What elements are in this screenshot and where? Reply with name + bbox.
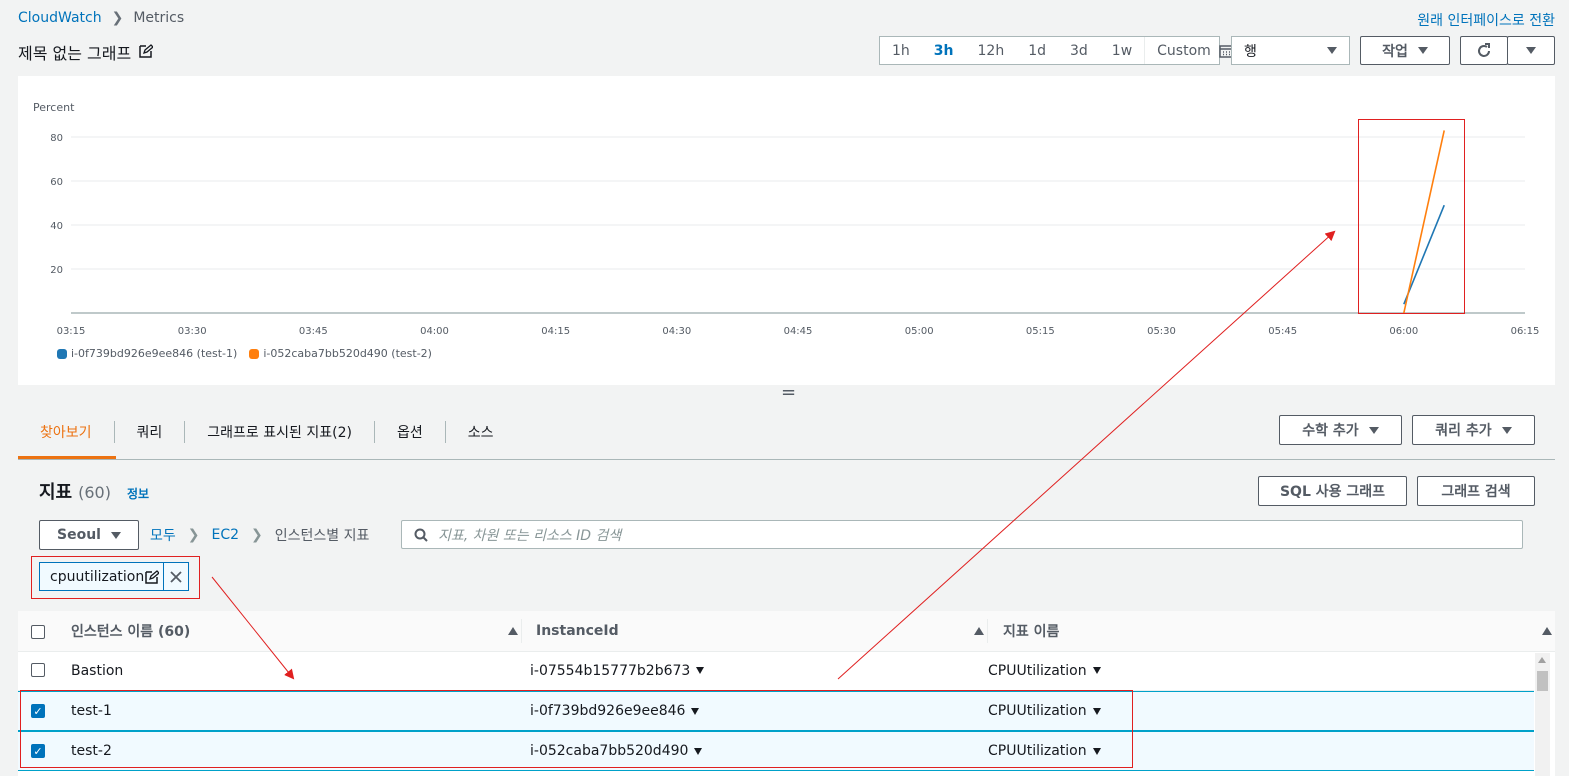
path-ec2-link[interactable]: EC2 xyxy=(212,527,240,543)
metric-name-value: CPUUtilization xyxy=(988,662,1087,679)
table-header: 인스턴스 이름 (60) InstanceId 지표 이름 xyxy=(18,611,1555,652)
tab-options[interactable]: 옵션 xyxy=(375,421,446,443)
chart-legend: i-0f739bd926e9ee846 (test-1) i-052caba7b… xyxy=(57,347,432,360)
column-header-instance-id[interactable]: InstanceId xyxy=(536,611,619,651)
x-tick-label: 04:00 xyxy=(420,326,449,337)
scrollbar-thumb[interactable] xyxy=(1537,671,1548,691)
caret-down-icon xyxy=(110,531,121,539)
legend-item-test-2[interactable]: i-052caba7bb520d490 (test-2) xyxy=(249,347,432,360)
path-all-link[interactable]: 모두 xyxy=(150,525,176,545)
line-chart: Percent 20 40 60 80 03:15 03:30 03:45 04:00 04:1… xyxy=(33,101,1540,337)
dropdown-triangle-icon[interactable] xyxy=(696,667,705,674)
x-tick-label: 03:45 xyxy=(299,326,328,337)
table-scrollbar[interactable] xyxy=(1535,653,1550,776)
metric-path: 모두 ❯ EC2 ❯ 인스턴스별 지표 xyxy=(150,525,369,545)
legend-item-test-1[interactable]: i-0f739bd926e9ee846 (test-1) xyxy=(57,347,237,360)
legend-label: i-0f739bd926e9ee846 (test-1) xyxy=(71,347,238,360)
caret-down-icon xyxy=(1501,426,1512,434)
metrics-count: (60) xyxy=(78,483,111,502)
resize-handle[interactable]: = xyxy=(781,384,796,402)
dropdown-triangle-icon[interactable] xyxy=(1092,667,1101,674)
metric-name-cell: CPUUtilization xyxy=(988,651,1101,690)
sql-graph-label: SQL 사용 그래프 xyxy=(1279,484,1386,500)
metrics-title: 지표 xyxy=(39,482,73,503)
row-checkbox[interactable] xyxy=(31,663,45,677)
tab-graphed-metrics[interactable]: 그래프로 표시된 지표(2) xyxy=(185,421,375,443)
add-query-label: 쿼리 추가 xyxy=(1435,423,1492,439)
annotation-box-rows xyxy=(20,690,1133,768)
add-math-label: 수학 추가 xyxy=(1302,423,1359,439)
column-header-instance-name[interactable]: 인스턴스 이름 (60) xyxy=(71,611,190,651)
tab-query[interactable]: 쿼리 xyxy=(115,421,186,443)
x-tick-label: 06:00 xyxy=(1389,326,1418,337)
x-tick-label: 04:45 xyxy=(784,326,813,337)
sort-icon[interactable] xyxy=(1542,611,1552,651)
x-tick-label: 05:45 xyxy=(1268,326,1297,337)
metric-search-input[interactable]: 지표, 차원 또는 리소스 ID 검색 xyxy=(401,520,1523,549)
x-tick-label: 06:15 xyxy=(1511,326,1540,337)
tabs-divider xyxy=(18,459,1555,460)
x-tick-label: 03:30 xyxy=(178,326,207,337)
search-placeholder: 지표, 차원 또는 리소스 ID 검색 xyxy=(438,527,622,544)
x-tick-label: 04:30 xyxy=(662,326,691,337)
add-query-button[interactable]: 쿼리 추가 xyxy=(1412,415,1535,445)
chevron-right-icon: ❯ xyxy=(251,527,263,543)
legend-label: i-052caba7bb520d490 (test-2) xyxy=(263,347,432,360)
annotation-box-chart xyxy=(1358,119,1465,314)
x-tick-label: 05:00 xyxy=(905,326,934,337)
x-tick-label: 05:30 xyxy=(1147,326,1176,337)
x-tick-label: 04:15 xyxy=(541,326,570,337)
y-tick-label: 40 xyxy=(50,221,63,232)
select-all-checkbox[interactable] xyxy=(31,625,45,639)
add-math-button[interactable]: 수학 추가 xyxy=(1279,415,1402,445)
y-tick-label: 80 xyxy=(50,133,63,144)
tab-bar: 찾아보기 쿼리 그래프로 표시된 지표(2) 옵션 소스 xyxy=(18,405,515,459)
column-header-metric-name[interactable]: 지표 이름 xyxy=(1003,611,1059,651)
y-axis-label: Percent xyxy=(33,101,75,114)
sql-graph-button[interactable]: SQL 사용 그래프 xyxy=(1258,476,1407,506)
annotation-box-filter xyxy=(31,556,200,599)
caret-down-icon xyxy=(1368,426,1379,434)
x-tick-label: 05:15 xyxy=(1026,326,1055,337)
y-tick-label: 60 xyxy=(50,177,63,188)
x-tick-label: 03:15 xyxy=(57,326,86,337)
path-current: 인스턴스별 지표 xyxy=(274,528,370,544)
table-row[interactable]: Bastion i-07554b15777b2b673 CPUUtilizati… xyxy=(18,651,1534,691)
metrics-header: 지표 (60) 정보 xyxy=(39,478,149,504)
graph-search-button[interactable]: 그래프 검색 xyxy=(1417,476,1535,506)
legend-swatch xyxy=(249,348,260,359)
region-select[interactable]: Seoul xyxy=(39,520,139,550)
sort-icon[interactable] xyxy=(508,611,518,651)
instance-id-cell: i-07554b15777b2b673 xyxy=(530,651,705,690)
region-label: Seoul xyxy=(57,527,101,543)
sort-icon[interactable] xyxy=(974,611,984,651)
column-divider xyxy=(987,619,988,643)
graph-search-label: 그래프 검색 xyxy=(1441,484,1511,500)
chevron-right-icon: ❯ xyxy=(187,527,200,543)
search-icon xyxy=(414,528,428,542)
tab-source[interactable]: 소스 xyxy=(446,421,516,443)
column-divider xyxy=(521,619,522,643)
y-tick-label: 20 xyxy=(50,265,63,276)
info-link[interactable]: 정보 xyxy=(127,485,149,502)
tab-browse[interactable]: 찾아보기 xyxy=(18,421,115,443)
scroll-up-icon[interactable] xyxy=(1538,657,1546,663)
instance-id-value: i-07554b15777b2b673 xyxy=(530,662,691,679)
legend-swatch xyxy=(57,348,67,359)
instance-name-cell: Bastion xyxy=(71,662,124,679)
